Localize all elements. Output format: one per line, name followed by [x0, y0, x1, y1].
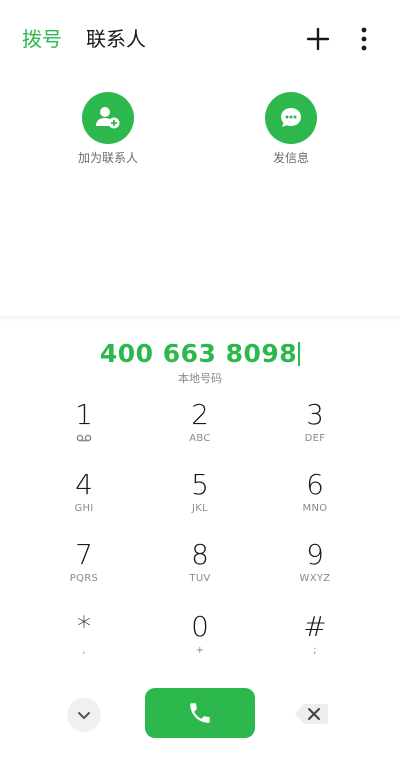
more-vertical-icon[interactable] — [354, 26, 380, 52]
voicemail-icon — [44, 433, 124, 447]
key-letters: + — [195, 645, 205, 656]
key-6[interactable]: 6 MNO — [275, 468, 355, 530]
call-button[interactable] — [145, 688, 255, 738]
tab-contacts[interactable]: 联系人 — [86, 26, 146, 52]
divider — [0, 316, 400, 322]
key-hash[interactable]: # ; — [275, 610, 355, 672]
key-7[interactable]: 7 PQRS — [44, 538, 124, 600]
key-2[interactable]: 2 ABC — [160, 398, 240, 460]
key-digit: 5 — [191, 468, 209, 501]
key-letters: PQRS — [69, 573, 99, 584]
key-letters: TUV — [189, 573, 211, 584]
key-letters: , — [82, 645, 86, 656]
add-contact-button[interactable]: 加为联系人 — [58, 92, 158, 166]
add-contact-label: 加为联系人 — [77, 151, 138, 165]
key-digit: 7 — [75, 538, 93, 571]
key-digit: 3 — [306, 398, 324, 431]
key-5[interactable]: 5 JKL — [160, 468, 240, 530]
key-3[interactable]: 3 DEF — [275, 398, 355, 460]
key-8[interactable]: 8 TUV — [160, 538, 240, 600]
key-letters: MNO — [302, 503, 328, 514]
chevron-down-icon — [78, 712, 90, 719]
key-9[interactable]: 9 WXYZ — [275, 538, 355, 600]
number-location: 本地号码 — [178, 372, 222, 385]
key-digit: # — [303, 610, 327, 643]
add-contact-circle[interactable] — [82, 92, 134, 144]
tab-dial[interactable]: 拨号 — [22, 26, 62, 52]
add-person-icon — [96, 107, 120, 129]
key-digit: 8 — [191, 538, 209, 571]
key-letters: ; — [313, 645, 317, 656]
send-message-button[interactable]: 发信息 — [241, 92, 341, 166]
key-letters: ABC — [189, 433, 211, 444]
key-digit: 4 — [75, 468, 93, 501]
key-0[interactable]: 0 + — [160, 610, 240, 672]
dialed-number-display[interactable]: 400 663 8098 — [0, 339, 400, 369]
key-letters: DEF — [304, 433, 326, 444]
key-letters: JKL — [192, 503, 208, 514]
collapse-keypad-button[interactable] — [67, 698, 101, 732]
plus-icon[interactable] — [305, 26, 331, 52]
text-cursor — [298, 342, 301, 366]
key-star[interactable]: * , — [44, 610, 124, 672]
key-letters: WXYZ — [299, 573, 331, 584]
key-digit: 0 — [191, 610, 209, 643]
key-digit: 1 — [75, 398, 93, 431]
key-digit: 9 — [306, 538, 324, 571]
key-letters: GHI — [74, 503, 94, 514]
send-message-label: 发信息 — [272, 151, 309, 165]
key-1[interactable]: 1 — [44, 398, 124, 460]
phone-icon — [190, 703, 210, 723]
dialed-number: 400 663 8098 — [99, 339, 298, 368]
key-digit: 6 — [306, 468, 324, 501]
send-message-circle[interactable] — [265, 92, 317, 144]
key-4[interactable]: 4 GHI — [44, 468, 124, 530]
message-bubble-icon — [281, 108, 301, 127]
key-digit: * — [77, 610, 91, 643]
key-digit: 2 — [191, 398, 209, 431]
backspace-icon[interactable] — [294, 700, 330, 728]
